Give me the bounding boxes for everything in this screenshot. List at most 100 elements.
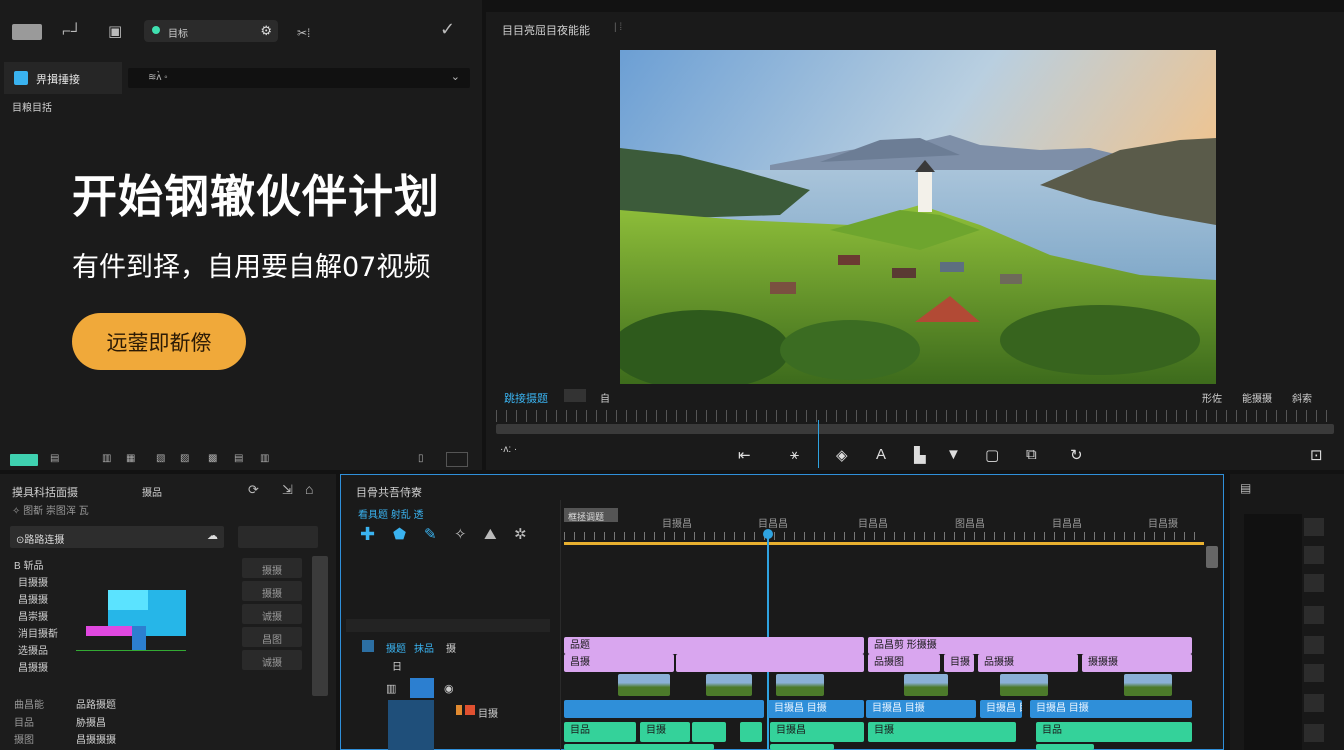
status-icon-5[interactable]: ▨ [180,453,189,464]
pen-icon[interactable]: ✎ [424,527,437,543]
effects-bottom-2[interactable]: 摄图 [14,731,34,746]
blue-clip-1[interactable]: 目摄昌 目摄 [768,700,864,718]
status-icon-6[interactable]: ▩ [208,453,217,464]
green-clip-3[interactable] [740,722,762,742]
puzzle-icon[interactable]: ✧ [454,527,467,543]
blue-clip-4[interactable]: 目摄昌 目摄 [1030,700,1192,718]
link-icon[interactable]: ⌐┘ [62,24,81,40]
green-clip-bottom-0[interactable] [564,744,714,750]
search-box[interactable]: 目标 ⚙ [144,20,278,42]
shape-icon[interactable]: ⬟ [393,527,406,543]
play-icon[interactable]: ▼ [946,446,961,463]
preview-controls-left[interactable]: 跳接摄题 [504,390,548,406]
preview-control-right-2[interactable]: 能摄摄 [1242,390,1272,405]
effects-bottom-1[interactable]: 目品 [14,714,34,729]
effects-tool-group[interactable] [238,526,318,548]
right-panel-button-5[interactable] [1304,664,1324,682]
add-icon[interactable]: ✚ [360,525,375,543]
video-thumb-1[interactable] [706,674,752,696]
green-clip-1[interactable]: 目摄 [640,722,690,742]
folder-icon[interactable] [12,24,42,40]
purple-sub-0[interactable]: 昌摄 [564,654,674,672]
crop-icon[interactable]: ▢ [985,446,999,464]
back-icon[interactable]: ⇤ [738,446,751,464]
green-clip-6[interactable]: 目品 [1036,722,1192,742]
track-eye-icon[interactable]: ◉ [444,682,454,695]
cloud-icon[interactable]: ☁ [207,529,218,542]
loop-icon[interactable]: ↻ [1070,446,1083,464]
right-panel-button-0[interactable] [1304,518,1324,536]
left-tab[interactable]: 畀揖捶接 [4,62,122,94]
effects-button-4[interactable]: 诚摄 [242,650,302,670]
effects-mid-0[interactable]: 品路摄题 [76,696,116,711]
track-lane-blue[interactable] [388,700,434,750]
effects-item-2[interactable]: 昌摄摄 [18,591,48,606]
effects-item-6[interactable]: 昌摄摄 [18,659,48,674]
green-clip-0[interactable]: 目品 [564,722,636,742]
video-thumb-3[interactable] [904,674,948,696]
blue-clip-0[interactable] [564,700,764,718]
status-icon-8[interactable]: ▥ [260,453,269,464]
video-thumb-2[interactable] [776,674,824,696]
effects-item-4[interactable]: 消目摄斱 [18,625,58,640]
mountain-icon[interactable]: ⛰ [484,527,497,543]
right-panel-button-3[interactable] [1304,606,1324,624]
effects-scrollbar[interactable] [312,556,328,696]
status-icon-7[interactable]: ▤ [234,453,243,464]
status-icon-10[interactable] [446,452,468,467]
right-panel-icon[interactable]: ▤ [1240,480,1251,496]
effects-mid-1[interactable]: 胁摄昌 [76,714,106,729]
scrubber-playhead[interactable] [818,420,819,468]
preview-control-chip[interactable] [564,389,586,402]
effects-tab[interactable]: 摄品 [142,484,162,499]
effects-item-1[interactable]: 目摄摄 [18,574,48,589]
purple-sub-1[interactable] [676,654,864,672]
home-icon[interactable]: ⌂ [305,481,313,497]
left-field[interactable]: ≋ʌ̀ ◦ ⌄ [128,68,470,88]
track-active-toggle[interactable] [410,678,434,698]
video-thumb-4[interactable] [1000,674,1048,696]
track-toggle-0[interactable] [362,640,374,652]
preview-control-right-3[interactable]: 斜索 [1292,390,1312,405]
scrubber-track[interactable] [496,424,1334,434]
status-icon-3[interactable]: ▦ [126,453,135,464]
export-icon[interactable]: ⇲ [282,482,293,498]
right-panel-button-6[interactable] [1304,694,1324,712]
track-lock-icon[interactable]: ▥ [386,682,396,695]
right-panel-button-1[interactable] [1304,546,1324,564]
text-icon[interactable]: A [876,446,886,463]
timeline-vscroll[interactable] [1206,546,1218,568]
chevron-down-icon[interactable]: ⌄ [451,70,460,83]
effects-bottom-0[interactable]: 曲昌能 [14,696,44,711]
green-clip-5[interactable]: 目摄 [868,722,1016,742]
green-clip-2[interactable] [692,722,726,742]
trim-icon[interactable]: ⚹ [790,446,799,463]
scissors-icon[interactable]: ✂⁞ [297,25,310,41]
magic-icon[interactable]: ✲ [514,527,527,543]
effects-mid-2[interactable]: 昌摄摄摄 [76,731,116,746]
effects-button-1[interactable]: 摄摄 [242,581,302,601]
blue-clip-2[interactable]: 目摄昌 目摄 [866,700,976,718]
ruler-work-area[interactable] [564,542,1204,545]
purple-clip-main[interactable]: 品题 [564,637,864,654]
green-clip-bottom-2[interactable] [1036,744,1094,750]
purple-sub-5[interactable]: 摄摄摄 [1082,654,1192,672]
green-clip-4[interactable]: 目摄昌 [770,722,864,742]
status-icon-4[interactable]: ▧ [156,453,165,464]
refresh-icon[interactable]: ⟳ [248,482,259,498]
status-icon-2[interactable]: ▥ [102,453,111,464]
effects-button-0[interactable]: 摄摄 [242,558,302,578]
purple-sub-2[interactable]: 品摄图 [868,654,940,672]
check-icon[interactable]: ✓ [440,20,455,38]
status-active-icon[interactable] [10,454,38,466]
marker-icon[interactable]: ◈ [836,446,848,464]
right-panel-button-2[interactable] [1304,574,1324,592]
split-icon[interactable]: ⧉ [1026,446,1037,463]
media-icon[interactable]: ▣ [108,24,122,40]
effects-item-5[interactable]: 选摄品 [18,642,48,657]
effects-item-0[interactable]: B 斩品 [14,557,43,572]
effects-dropdown[interactable]: ⊙路路连摄 ☁ [10,526,224,548]
effects-button-3[interactable]: 昌图 [242,627,302,647]
fullscreen-icon[interactable]: ⊡ [1310,446,1323,464]
green-clip-bottom-1[interactable] [770,744,834,750]
